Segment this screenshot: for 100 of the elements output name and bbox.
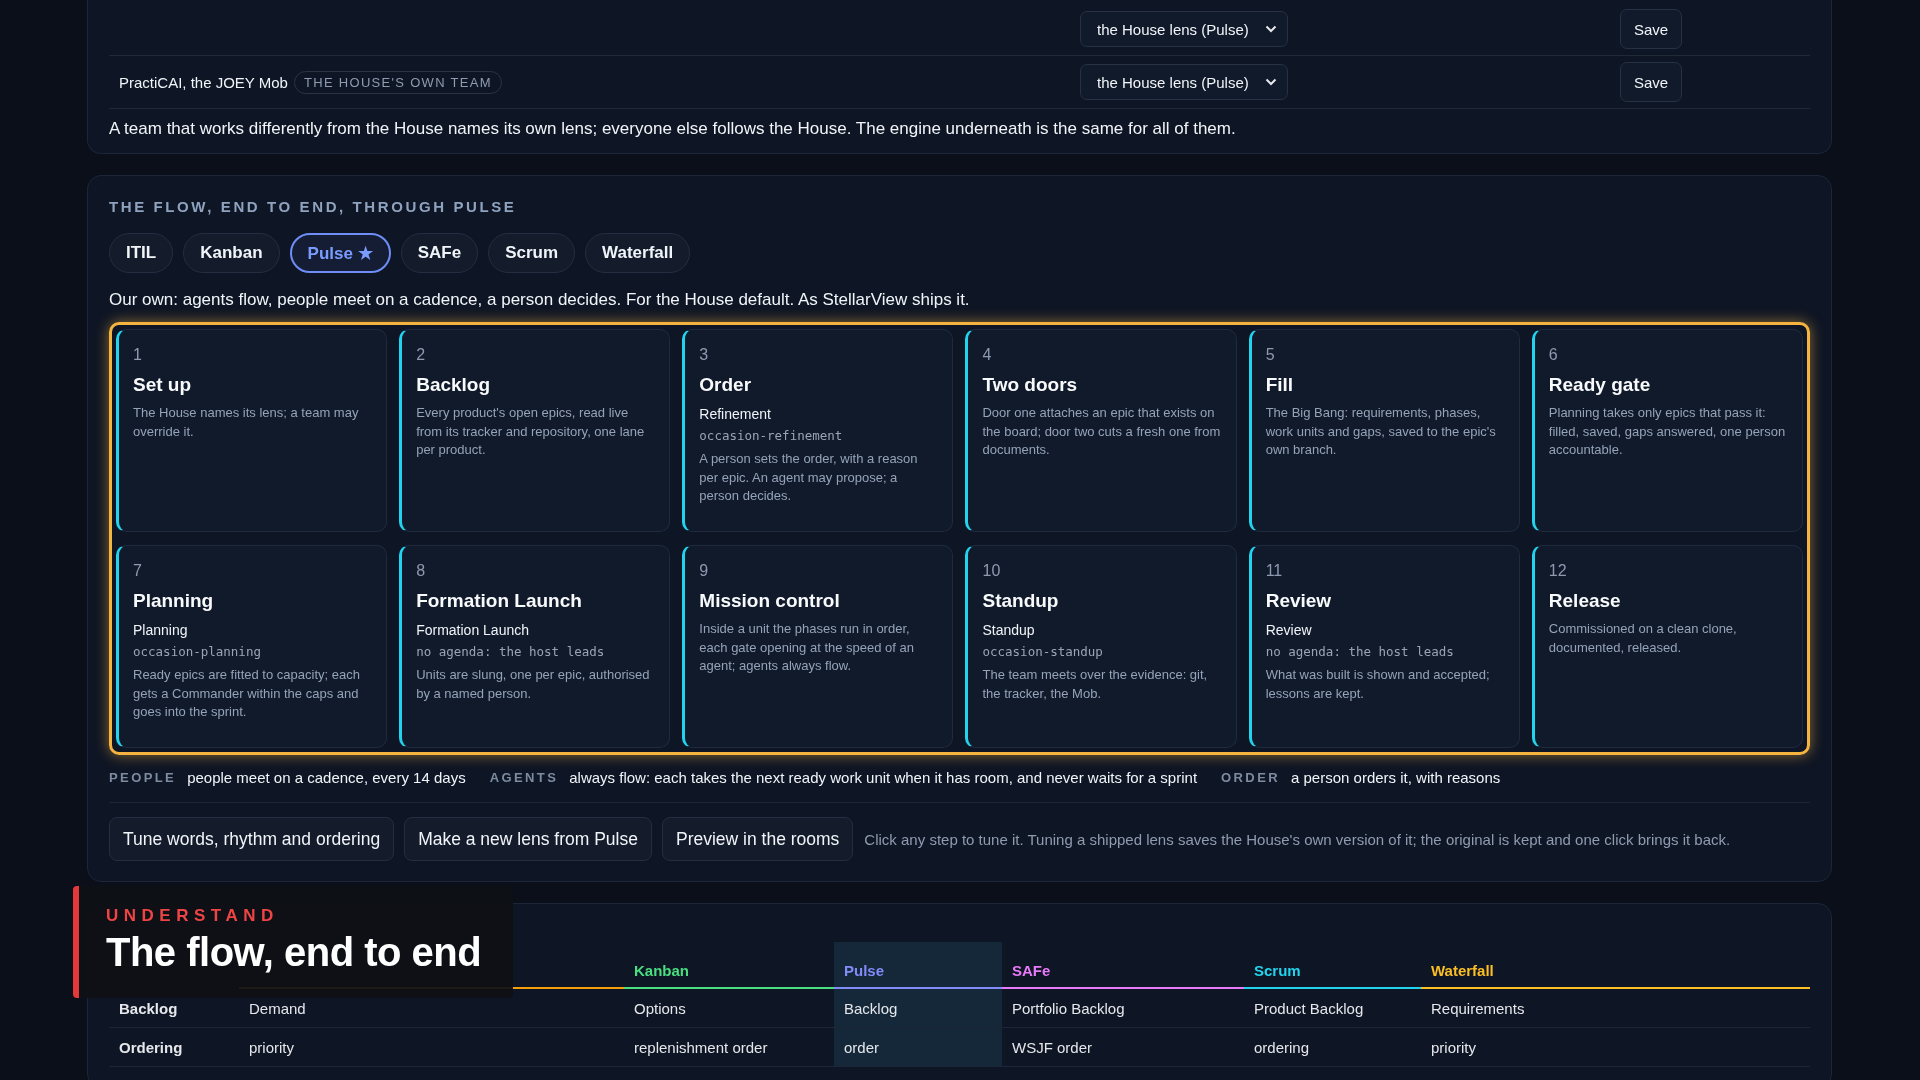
step-occasion: Standup (982, 622, 1035, 638)
lens-tab[interactable]: Pulse ★ (289, 233, 391, 273)
legend-text: a person orders it, with reasons (1291, 769, 1501, 786)
save-button[interactable]: Save (1620, 9, 1682, 49)
step-number: 2 (416, 346, 426, 364)
action-button[interactable]: Make a new lens from Pulse (404, 817, 652, 861)
hint-text: Click any step to tune it. Tuning a shipped lens saves the House's own version of it; the original is kept and one click brings it back. (864, 830, 1731, 848)
legend-label: AGENTS (489, 770, 559, 785)
step-description: Commissioned on a clean clone, documented, released. (1548, 620, 1738, 657)
step-card[interactable]: 9 Mission control Inside a unit the phases run in order, each gate opening at the speed of an agent; agents always flow. (682, 545, 954, 748)
chevron-down-icon (1265, 78, 1277, 86)
step-number: 8 (416, 562, 426, 580)
step-description: Every product's open epics, read live from its tracker and repository, one lane per product. (416, 404, 646, 459)
step-card[interactable]: 1 Set up The House names its lens; a team may override it. (116, 329, 388, 532)
step-title: Review (1265, 590, 1332, 612)
step-occasion: Formation Launch (416, 622, 529, 638)
step-number: 11 (1265, 562, 1283, 580)
step-title: Standup (982, 590, 1059, 612)
step-number: 7 (133, 562, 142, 580)
step-title: Order (699, 374, 752, 396)
save-button[interactable]: Save (1620, 62, 1682, 102)
step-title: Release (1548, 590, 1621, 612)
step-number: 3 (699, 346, 709, 364)
step-card[interactable]: 5 Fill The Big Bang: requirements, phases, work units and gaps, saved to the epic's own branch. (1248, 329, 1520, 532)
step-title: Mission control (699, 590, 840, 612)
step-card[interactable]: 3 Order Refinement occasion-refinement A person sets the order, with a reason per epic. An agent may propose; a person decides. (682, 329, 954, 532)
step-title: Formation Launch (416, 590, 582, 612)
caption-eyebrow: UNDERSTAND (106, 906, 279, 926)
table-cell: priority (239, 1027, 624, 1067)
table-cell: Options (624, 988, 834, 1028)
step-card[interactable]: 11 Review Review no agenda: the host leads What was built is shown and accepted; lessons are kept. (1248, 545, 1520, 748)
step-description: Inside a unit the phases run in order, each gate opening at the speed of an agent; agents always flow. (699, 620, 915, 675)
section-heading: THE FLOW, END TO END, THROUGH PULSE (109, 198, 518, 215)
step-title: Two doors (982, 374, 1078, 396)
table-cell: Product Backlog (1244, 988, 1421, 1028)
step-description: Ready epics are fitted to capacity; each gets a Commander within the caps and goes into the sprint. (133, 666, 361, 721)
chevron-down-icon (1265, 25, 1277, 33)
step-code: no agenda: the host leads (1265, 644, 1454, 659)
step-description: Door one attaches an epic that exists on the board; door two cuts a fresh one from documents. (982, 404, 1222, 459)
table-cell: order (834, 1027, 1002, 1067)
legend-label: PEOPLE (109, 770, 177, 785)
table-cell: priority (1421, 1027, 1810, 1067)
team-name: PractiCAI, the JOEY Mob (119, 73, 288, 91)
step-card[interactable]: 10 Standup Standup occasion-standup The team meets over the evidence: git, the tracker, the Mob. (965, 545, 1237, 748)
caption-title: The flow, end to end (106, 930, 482, 975)
lens-description: Our own: agents flow, people meet on a cadence, a person decides. For the House default. As StellarView ships it. (109, 290, 971, 310)
lens-tab[interactable]: ITIL (109, 233, 174, 273)
step-occasion: Review (1265, 622, 1312, 638)
legend-text: people meet on a cadence, every 14 days (187, 769, 466, 786)
step-number: 6 (1548, 346, 1558, 364)
step-number: 9 (699, 562, 709, 580)
step-title: Ready gate (1548, 374, 1651, 396)
step-description: The team meets over the evidence: git, the tracker, the Mob. (982, 666, 1209, 703)
column-header: Scrum (1244, 942, 1421, 988)
step-number: 10 (982, 562, 1001, 580)
table-cell: WSJF order (1002, 1027, 1244, 1067)
step-description: Planning takes only epics that pass it: filled, saved, gaps answered, one person accountable. (1548, 404, 1787, 459)
column-header: Pulse (834, 942, 1002, 988)
step-description: The House names its lens; a team may override it. (133, 404, 360, 441)
column-header: Kanban (624, 942, 834, 988)
step-title: Backlog (416, 374, 491, 396)
step-code: occasion-refinement (699, 428, 843, 443)
step-occasion: Refinement (699, 406, 771, 422)
lens-note: A team that works differently from the House names its own lens; everyone else follows the House. The engine underneath is the same for all of them. (109, 119, 1237, 139)
step-number: 12 (1548, 562, 1567, 580)
column-header: SAFe (1002, 942, 1244, 988)
step-description: Units are slung, one per epic, authorised by a named person. (416, 666, 651, 703)
lens-tab[interactable]: Waterfall (585, 233, 691, 273)
table-cell: ordering (1244, 1027, 1421, 1067)
table-cell: Requirements (1421, 988, 1810, 1028)
table-cell: Portfolio Backlog (1002, 988, 1244, 1028)
lens-tab[interactable]: Scrum (488, 233, 576, 273)
step-card[interactable]: 12 Release Commissioned on a clean clone, documented, released. (1531, 545, 1803, 748)
step-card[interactable]: 2 Backlog Every product's open epics, read live from its tracker and repository, one lane per product. (399, 329, 671, 532)
step-description: What was built is shown and accepted; lessons are kept. (1265, 666, 1491, 703)
step-code: occasion-standup (982, 644, 1103, 659)
table-cell: Backlog (834, 988, 1002, 1028)
step-card[interactable]: 7 Planning Planning occasion-planning Ready epics are fitted to capacity; each gets a Commander within the caps and goes into the sprint. (116, 545, 388, 748)
table-cell: replenishment order (624, 1027, 834, 1067)
step-number: 1 (133, 346, 142, 364)
step-number: 4 (982, 346, 992, 364)
step-card[interactable]: 6 Ready gate Planning takes only epics that pass it: filled, saved, gaps answered, one person accountable. (1531, 329, 1803, 532)
step-title: Fill (1265, 374, 1294, 396)
legend-text: always flow: each takes the next ready work unit when it has room, and never waits for a sprint (569, 769, 1198, 786)
lens-tab[interactable]: SAFe (400, 233, 479, 273)
action-button[interactable]: Tune words, rhythm and ordering (109, 817, 395, 861)
step-title: Planning (133, 590, 214, 612)
legend-label: ORDER (1221, 770, 1280, 785)
action-button[interactable]: Preview in the rooms (661, 817, 854, 861)
step-card[interactable]: 8 Formation Launch Formation Launch no agenda: the host leads Units are slung, one per epic, authorised by a named person. (399, 545, 671, 748)
step-description: A person sets the order, with a reason per epic. An agent may propose; a person decides. (699, 450, 919, 505)
lens-select[interactable]: the House lens (Pulse) (1080, 64, 1288, 100)
lens-tab[interactable]: Kanban (183, 233, 280, 273)
lens-select[interactable]: the House lens (Pulse) (1080, 11, 1288, 47)
column-header: Waterfall (1421, 942, 1810, 988)
step-card[interactable]: 4 Two doors Door one attaches an epic that exists on the board; door two cuts a fresh one from documents. (965, 329, 1237, 532)
step-code: no agenda: the host leads (416, 644, 605, 659)
step-code: occasion-planning (133, 644, 261, 659)
step-description: The Big Bang: requirements, phases, work units and gaps, saved to the epic's own branch. (1265, 404, 1497, 459)
step-occasion: Planning (133, 622, 188, 638)
